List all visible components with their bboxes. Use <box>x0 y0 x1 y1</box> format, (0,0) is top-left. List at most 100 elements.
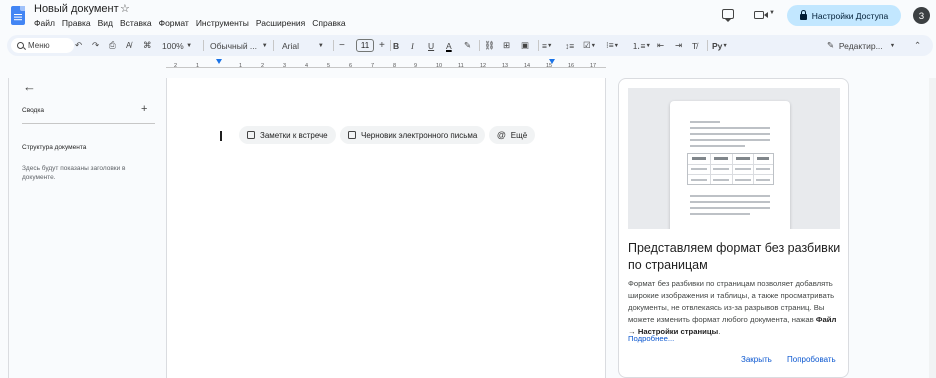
promo-title: Представляем формат без разбивки по стра… <box>628 241 841 272</box>
divider <box>203 40 204 51</box>
increase-font-icon[interactable]: + <box>379 35 385 56</box>
font-size-input[interactable]: 11 <box>356 39 374 52</box>
redo-icon[interactable]: ↷ <box>92 35 99 56</box>
font-select[interactable]: Arial ▼ <box>282 35 324 56</box>
style-value: Обычный ... <box>210 40 258 51</box>
chevron-down-icon: ▼ <box>317 42 324 49</box>
chevron-down-icon: ▼ <box>186 42 193 49</box>
add-summary-icon[interactable]: + <box>141 103 147 115</box>
zoom-select[interactable]: 100% ▼ <box>162 35 192 56</box>
menu-edit[interactable]: Правка <box>62 18 91 28</box>
text-color-button[interactable]: A <box>446 35 452 56</box>
highlight-icon[interactable]: ✎ <box>464 35 471 56</box>
learn-more-link[interactable]: Подробнее... <box>628 334 674 343</box>
menubar: Файл Правка Вид Вставка Формат Инструмен… <box>34 18 353 28</box>
doc-line <box>690 133 770 135</box>
bullet-list-icon[interactable]: ⁝≡ ▼ <box>606 35 619 56</box>
comments-icon[interactable] <box>722 9 734 22</box>
avatar[interactable]: З <box>913 7 930 24</box>
docs-logo-icon[interactable] <box>11 6 25 25</box>
undo-icon[interactable]: ↶ <box>75 35 82 56</box>
editing-mode-select[interactable]: ✎ Редактир... ▼ <box>827 35 895 56</box>
paint-format-icon[interactable]: ⌘ <box>143 35 152 56</box>
share-label: Настройки Доступа <box>811 10 889 21</box>
ruler-tick: 6 <box>349 63 353 69</box>
chevron-down-icon[interactable]: ▼ <box>769 10 775 16</box>
more-chip[interactable]: @ Ещё <box>489 126 536 144</box>
close-button[interactable]: Закрыть <box>741 355 772 364</box>
numbered-list-icon[interactable]: ⒈≡ ▼ <box>632 35 651 56</box>
outline-heading: Структура документа <box>22 144 87 151</box>
document-illustration <box>670 101 790 229</box>
clear-formatting-icon[interactable]: T̸ <box>692 35 697 56</box>
outline-hint: Здесь будут показаны заголовки в докумен… <box>22 165 126 182</box>
decrease-indent-icon[interactable]: ⇤ <box>657 35 664 56</box>
doc-line <box>690 145 745 147</box>
table-cell <box>735 168 751 170</box>
document-title[interactable]: Новый документ <box>34 3 119 15</box>
divider <box>390 40 391 51</box>
italic-button[interactable]: I <box>411 35 414 56</box>
ruler-tick: 12 <box>480 63 487 69</box>
ruler-tick: 4 <box>305 63 309 69</box>
scrollbar-track[interactable] <box>929 78 936 378</box>
table-cell <box>691 168 707 170</box>
ruler-line <box>166 67 606 68</box>
share-button[interactable]: Настройки Доступа <box>787 5 901 26</box>
menu-help[interactable]: Справка <box>312 18 345 28</box>
menu-tools[interactable]: Инструменты <box>196 18 249 28</box>
meet-icon[interactable] <box>754 11 764 19</box>
zoom-value: 100% <box>162 40 184 51</box>
left-indent-marker[interactable] <box>216 59 222 64</box>
chip-label: Черновик электронного письма <box>361 130 478 140</box>
mail-icon <box>348 131 356 139</box>
link-icon[interactable]: ⛓ <box>484 35 495 56</box>
menu-insert[interactable]: Вставка <box>120 18 152 28</box>
meeting-notes-chip[interactable]: Заметки к встрече <box>239 126 336 144</box>
menu-view[interactable]: Вид <box>98 18 113 28</box>
menu-file[interactable]: Файл <box>34 18 55 28</box>
increase-indent-icon[interactable]: ⇥ <box>675 35 682 56</box>
summary-heading: Сводка <box>22 107 44 114</box>
print-icon[interactable]: ⎙ <box>109 35 116 56</box>
doc-line <box>690 207 770 209</box>
table-cell <box>756 168 770 170</box>
table-header-cell <box>736 157 750 160</box>
style-select[interactable]: Обычный ... ▼ <box>210 35 268 56</box>
star-icon[interactable]: ☆ <box>120 2 130 15</box>
line-spacing-icon[interactable]: ↕≡ <box>565 35 574 56</box>
decrease-font-icon[interactable]: − <box>339 35 345 56</box>
underline-button[interactable]: U <box>428 35 434 56</box>
menu-format[interactable]: Формат <box>159 18 189 28</box>
promo-body-text: Формат без разбивки по страницам позволя… <box>628 279 835 324</box>
image-icon[interactable]: ▣ <box>521 35 529 56</box>
align-icon[interactable]: ≡ ▼ <box>542 35 552 56</box>
collapse-toolbar-icon[interactable]: ⌃ <box>914 35 921 56</box>
at-icon: @ <box>497 130 506 140</box>
divider <box>538 40 539 51</box>
checklist-icon[interactable]: ☑ ▼ <box>583 35 596 56</box>
ruler-tick: 16 <box>568 63 575 69</box>
spellcheck-icon[interactable]: A̸ <box>126 35 131 56</box>
ruler-tick: 9 <box>414 63 418 69</box>
bold-button[interactable]: B <box>393 35 399 56</box>
menu-extensions[interactable]: Расширения <box>256 18 305 28</box>
menu-search-label: Меню <box>28 41 50 50</box>
back-arrow-icon[interactable]: ← <box>23 79 36 94</box>
table-cell <box>756 179 770 181</box>
horizontal-ruler[interactable]: 2 1 1 2 3 4 5 6 7 8 9 10 11 12 13 14 15 … <box>166 59 606 70</box>
table-col <box>710 154 711 184</box>
email-draft-chip[interactable]: Черновик электронного письма <box>340 126 486 144</box>
try-button[interactable]: Попробовать <box>787 355 836 364</box>
vertical-ruler[interactable] <box>0 78 9 378</box>
ruler-tick: 17 <box>590 63 597 69</box>
add-comment-icon[interactable]: ⊞ <box>503 35 510 56</box>
input-tools-icon[interactable]: Ру ▼ <box>712 35 728 56</box>
search-icon <box>17 42 24 49</box>
app-header: Новый документ ☆ Файл Правка Вид Вставка… <box>0 0 936 34</box>
font-value: Arial <box>282 40 300 51</box>
document-page[interactable]: Заметки к встрече Черновик электронного … <box>166 78 606 378</box>
divider <box>22 123 155 124</box>
menu-search-button[interactable]: Меню <box>11 38 74 53</box>
doc-line <box>690 121 720 123</box>
